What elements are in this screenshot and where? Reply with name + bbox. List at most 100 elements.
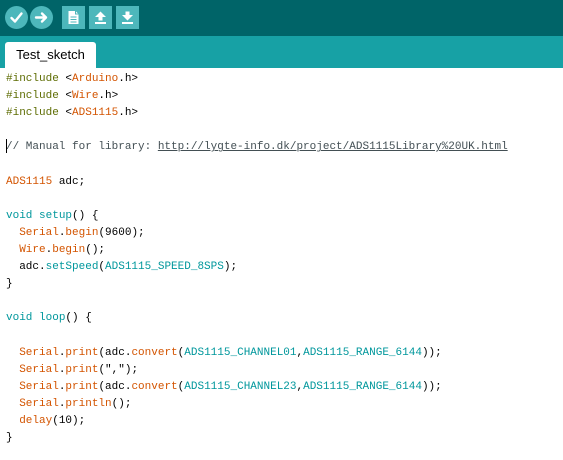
code-line: ADS1115 adc; xyxy=(6,174,508,191)
code-token: (adc. xyxy=(98,346,132,359)
verify-button[interactable] xyxy=(5,6,28,29)
code-line: adc.setSpeed(ADS1115_SPEED_8SPS); xyxy=(6,259,508,276)
code-token: < xyxy=(58,107,73,120)
code-token: () { xyxy=(72,209,99,222)
code-token: void xyxy=(6,312,33,325)
code-token: ADS1115_RANGE_6144 xyxy=(303,380,422,393)
documentation-link[interactable]: http://lygte-info.dk/project/ADS1115Libr… xyxy=(158,141,508,153)
code-token: Serial xyxy=(19,226,59,239)
code-token: Serial xyxy=(19,380,59,393)
code-token: (adc. xyxy=(98,380,132,393)
code-token: Wire xyxy=(19,243,46,256)
code-token: Serial xyxy=(19,363,59,376)
code-token: print xyxy=(65,346,99,359)
code-token: void xyxy=(6,209,33,222)
code-line: #include <Wire.h> xyxy=(6,88,508,105)
code-token: () { xyxy=(65,312,92,325)
code-token: } xyxy=(6,431,13,444)
code-token: #include xyxy=(6,107,59,120)
code-line: // Manual for library: http://lygte-info… xyxy=(6,139,508,156)
open-button[interactable] xyxy=(89,6,112,29)
code-token: )); xyxy=(421,380,442,393)
code-editor[interactable]: #include <Arduino.h> #include <Wire.h> #in… xyxy=(0,68,563,460)
code-line: #include <ADS1115.h> xyxy=(6,105,508,122)
code-token: ADS1115 xyxy=(6,175,53,188)
code-line: Serial.print(","); xyxy=(6,362,508,379)
code-token: .h> xyxy=(98,90,119,103)
code-line: Serial.println(); xyxy=(6,396,508,413)
code-line: #include <Arduino.h> xyxy=(6,71,508,88)
toolbar xyxy=(0,0,563,36)
code-token: println xyxy=(65,397,112,410)
code-token: .h> xyxy=(118,73,139,85)
code-token: setup xyxy=(39,209,73,222)
code-token: begin xyxy=(65,226,99,239)
save-icon xyxy=(122,11,133,24)
tab-bar: Test_sketch xyxy=(0,36,563,68)
code-token: ); xyxy=(223,261,238,274)
code-token: ADS1115_SPEED_8SPS xyxy=(105,261,224,274)
code-token: setSpeed xyxy=(45,261,99,274)
code-line: void loop() { xyxy=(6,310,508,327)
code-token: Wire xyxy=(72,90,99,103)
code-token: loop xyxy=(39,312,66,325)
code-token: print xyxy=(65,380,99,393)
code-token: } xyxy=(6,278,13,291)
code-token: ADS1115_RANGE_6144 xyxy=(303,346,422,359)
code-token: (); xyxy=(85,243,106,256)
code-token: #include xyxy=(6,73,59,85)
code-token: #include xyxy=(6,90,59,103)
code-token: .h> xyxy=(118,107,139,120)
new-icon xyxy=(68,11,79,24)
upload-button[interactable] xyxy=(30,6,53,29)
code-line: Wire.begin(); xyxy=(6,242,508,259)
code-content[interactable]: #include <Arduino.h> #include <Wire.h> #in… xyxy=(6,71,508,447)
code-token: )); xyxy=(421,346,442,359)
code-line: } xyxy=(6,276,508,293)
text-caret xyxy=(6,139,7,153)
code-token: (","); xyxy=(98,363,139,376)
code-line: Serial.print(adc.convert(ADS1115_CHANNEL… xyxy=(6,345,508,362)
save-button[interactable] xyxy=(116,6,139,29)
code-token: adc; xyxy=(52,175,86,188)
code-token: Serial xyxy=(19,346,59,359)
tab-test-sketch[interactable]: Test_sketch xyxy=(5,42,96,68)
code-token: Serial xyxy=(19,397,59,410)
code-token: ADS1115 xyxy=(72,107,119,120)
upload-icon xyxy=(34,12,48,23)
code-token: ADS1115_CHANNEL01 xyxy=(184,346,297,359)
code-line: Serial.begin(9600); xyxy=(6,225,508,242)
code-token: < xyxy=(58,73,73,85)
code-token: convert xyxy=(131,346,178,359)
code-line: Serial.print(adc.convert(ADS1115_CHANNEL… xyxy=(6,379,508,396)
code-token: // Manual for library: xyxy=(6,141,158,154)
open-icon xyxy=(95,11,106,24)
code-token: adc. xyxy=(6,261,46,274)
code-token: (9600); xyxy=(98,226,145,239)
code-token: print xyxy=(65,363,99,376)
code-token: (); xyxy=(111,397,132,410)
code-line: delay(10); xyxy=(6,413,508,430)
verify-icon xyxy=(10,12,23,23)
code-token: convert xyxy=(131,380,178,393)
code-line: void setup() { xyxy=(6,208,508,225)
new-button[interactable] xyxy=(62,6,85,29)
code-token: begin xyxy=(52,243,86,256)
code-line: } xyxy=(6,430,508,447)
code-token: (10); xyxy=(52,414,86,427)
code-token: < xyxy=(58,90,73,103)
code-token: ADS1115_CHANNEL23 xyxy=(184,380,297,393)
code-token: delay xyxy=(19,414,53,427)
